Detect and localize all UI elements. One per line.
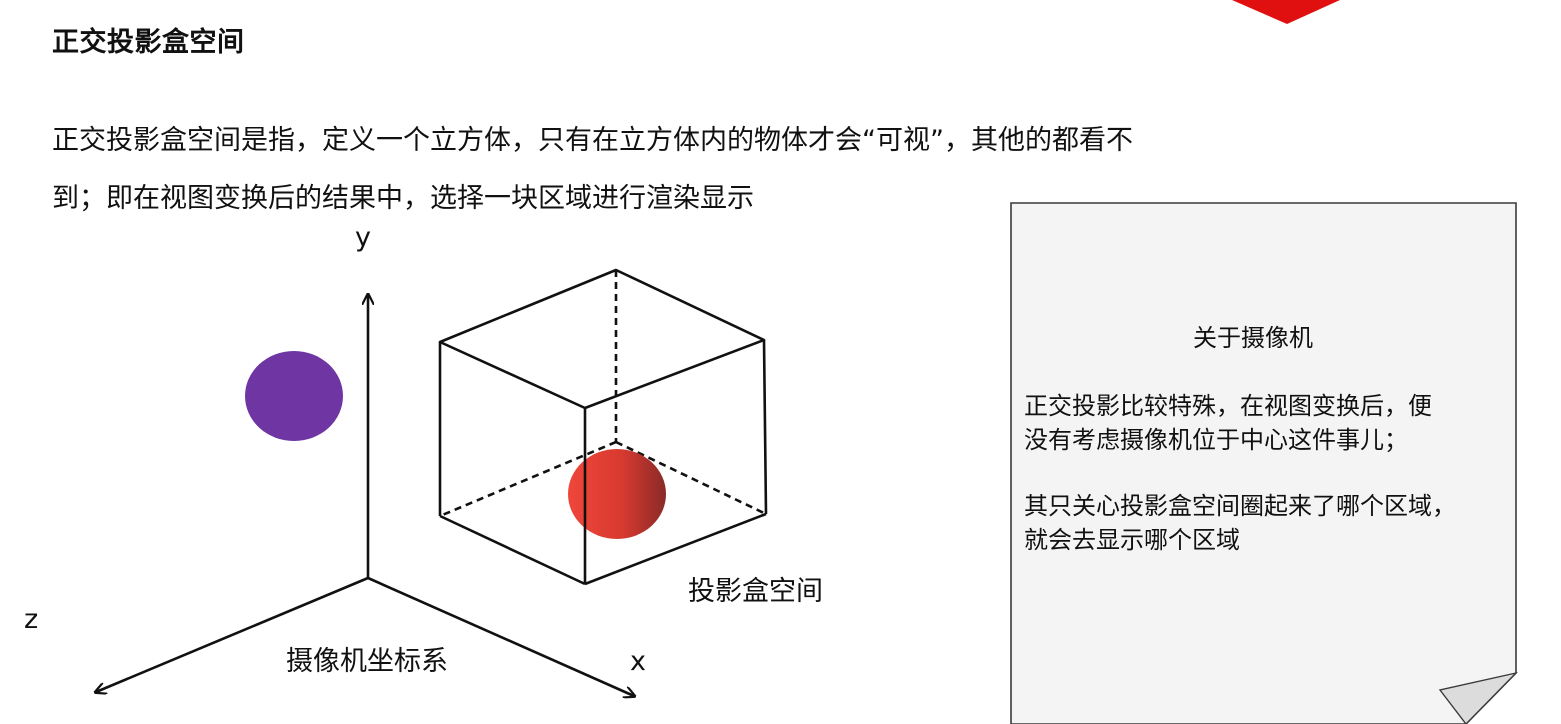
red-sphere: [568, 449, 666, 539]
camera-note-card: 关于摄像机 正交投影比较特殊，在视图变换后，便 没有考虑摄像机位于中心这件事儿；…: [1010, 202, 1519, 724]
camera-coordinate-label: 摄像机坐标系: [286, 646, 448, 677]
box-top-face: [438, 268, 766, 410]
box-edge-bottom-left: [439, 514, 586, 586]
note-line-2: 没有考虑摄像机位于中心这件事儿；: [1024, 426, 1408, 454]
note-line-1: 正交投影比较特殊，在视图变换后，便: [1024, 392, 1432, 420]
purple-sphere: [245, 351, 343, 441]
x-axis: [367, 576, 634, 696]
x-axis-label: x: [630, 646, 646, 677]
note-body: [1010, 202, 1517, 724]
y-axis-label: y: [355, 222, 371, 253]
logo-shape: [1232, 0, 1340, 24]
projection-box-label: 投影盒空间: [688, 576, 823, 607]
note-line-4: 就会去显示哪个区域: [1024, 526, 1240, 554]
z-axis-label: z: [24, 604, 38, 635]
orthographic-box-diagram: y x z 摄像机坐标系 投影盒空间 关于摄像机 正交投影比较特殊，在视图变换后…: [24, 0, 1519, 724]
box-edge-right-vertical: [762, 339, 768, 515]
note-title: 关于摄像机: [1193, 324, 1313, 352]
note-line-3: 其只关心投影盒空间圈起来了哪个区域，: [1024, 492, 1456, 520]
